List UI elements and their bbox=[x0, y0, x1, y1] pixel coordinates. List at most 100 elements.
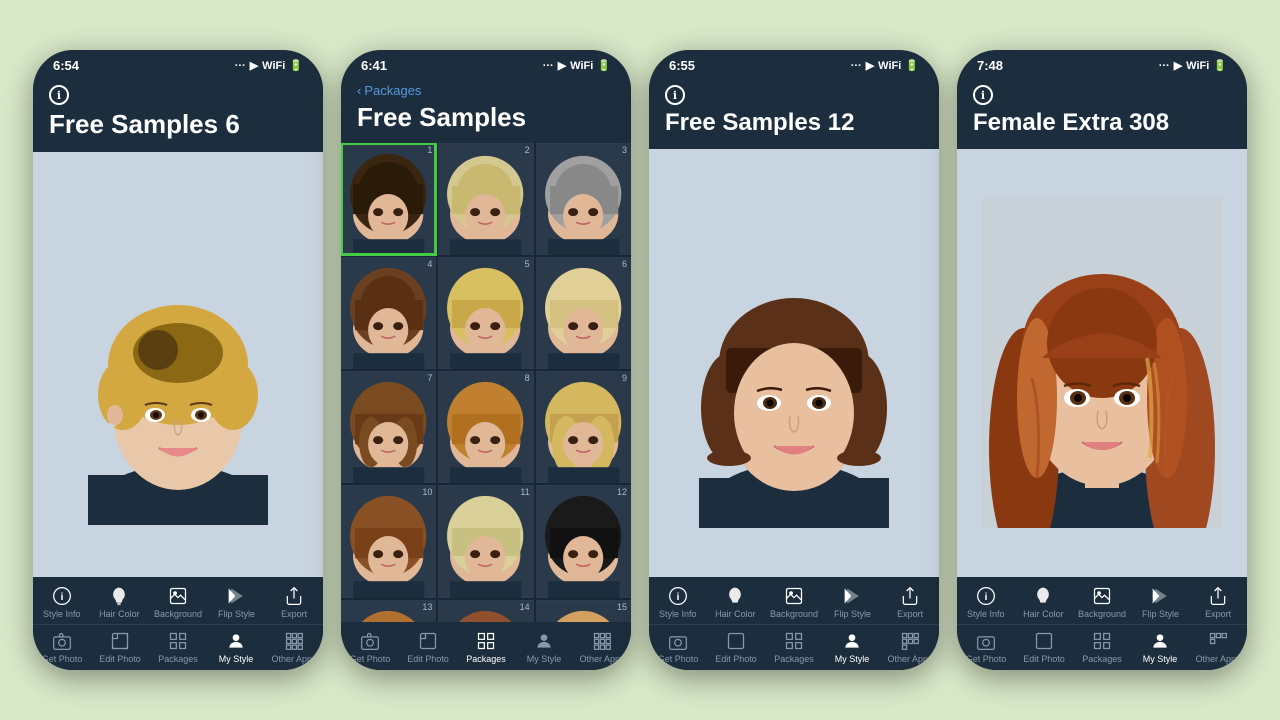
export-icon-1 bbox=[283, 585, 305, 607]
toolbar-get-photo-1[interactable]: Get Photo bbox=[39, 630, 85, 664]
time-3: 6:55 bbox=[669, 58, 695, 73]
hair-cell-7[interactable]: 7 bbox=[341, 371, 436, 483]
toolbar-edit-photo-4[interactable]: Edit Photo bbox=[1021, 630, 1067, 664]
toolbar-flip-style-3[interactable]: Flip Style bbox=[830, 585, 876, 619]
background-icon-3 bbox=[783, 585, 805, 607]
toolbar-background-3[interactable]: Background bbox=[770, 585, 818, 619]
toolbar-my-style-2[interactable]: My Style bbox=[521, 630, 567, 664]
my-style-icon-4 bbox=[1149, 630, 1171, 652]
toolbar-style-info-1[interactable]: i Style Info bbox=[39, 585, 85, 619]
phone2-grid-area: 1 bbox=[341, 143, 631, 622]
toolbar-packages-3[interactable]: Packages bbox=[771, 630, 817, 664]
other-apps-icon-2 bbox=[591, 630, 613, 652]
hair-cell-9[interactable]: 9 bbox=[536, 371, 631, 483]
svg-text:i: i bbox=[676, 592, 679, 603]
toolbar-4: i Style Info Hair Color Background bbox=[957, 577, 1247, 670]
toolbar-other-apps-3[interactable]: Other Apps bbox=[887, 630, 933, 664]
hair-color-icon-3 bbox=[724, 585, 746, 607]
packages-label-1: Packages bbox=[158, 654, 198, 664]
hair-cell-4[interactable]: 4 bbox=[341, 257, 436, 369]
hair-cell-8[interactable]: 8 bbox=[438, 371, 533, 483]
hair-cell-12[interactable]: 12 bbox=[536, 485, 631, 597]
packages-label-2: Packages bbox=[466, 654, 506, 664]
toolbar-background-4[interactable]: Background bbox=[1078, 585, 1126, 619]
export-label-4: Export bbox=[1205, 609, 1231, 619]
info-icon-4[interactable]: ℹ bbox=[973, 85, 993, 105]
svg-text:i: i bbox=[60, 592, 63, 603]
toolbar-export-4[interactable]: Export bbox=[1195, 585, 1241, 619]
time-2: 6:41 bbox=[361, 58, 387, 73]
toolbar-flip-style-1[interactable]: Flip Style bbox=[214, 585, 260, 619]
toolbar-get-photo-2[interactable]: Get Photo bbox=[347, 630, 393, 664]
toolbar-style-info-4[interactable]: i Style Info bbox=[963, 585, 1009, 619]
flip-style-icon-1 bbox=[226, 585, 248, 607]
toolbar-hair-color-4[interactable]: Hair Color bbox=[1020, 585, 1066, 619]
get-photo-icon-1 bbox=[51, 630, 73, 652]
hair-thumb-3 bbox=[536, 143, 631, 255]
phone4-title: Female Extra 308 bbox=[973, 109, 1231, 137]
other-apps-icon-1 bbox=[283, 630, 305, 652]
hair-cell-11[interactable]: 11 bbox=[438, 485, 533, 597]
woman-svg-4 bbox=[982, 198, 1222, 528]
hair-cell-6[interactable]: 6 bbox=[536, 257, 631, 369]
toolbar-3: i Style Info Hair Color Background bbox=[649, 577, 939, 670]
toolbar-edit-photo-1[interactable]: Edit Photo bbox=[97, 630, 143, 664]
hair-cell-15[interactable]: 15 bbox=[536, 600, 631, 622]
style-info-label-1: Style Info bbox=[43, 609, 81, 619]
phone-2: 6:41 ··· ▶ WiFi 🔋 ‹ Packages Free Sample… bbox=[341, 50, 631, 670]
background-icon-4 bbox=[1091, 585, 1113, 607]
hair-cell-10[interactable]: 10 bbox=[341, 485, 436, 597]
hair-cell-14[interactable]: 14 bbox=[438, 600, 533, 622]
toolbar-my-style-3[interactable]: My Style bbox=[829, 630, 875, 664]
toolbar-packages-4[interactable]: Packages bbox=[1079, 630, 1125, 664]
toolbar-my-style-4[interactable]: My Style bbox=[1137, 630, 1183, 664]
hair-thumb-6 bbox=[536, 257, 631, 369]
toolbar-packages-2[interactable]: Packages bbox=[463, 630, 509, 664]
hair-cell-3[interactable]: 3 bbox=[536, 143, 631, 255]
info-icon-1[interactable]: ℹ bbox=[49, 85, 69, 105]
toolbar-background-1[interactable]: Background bbox=[154, 585, 202, 619]
toolbar-hair-color-1[interactable]: Hair Color bbox=[96, 585, 142, 619]
hair-thumb-8 bbox=[438, 371, 533, 483]
toolbar-get-photo-3[interactable]: Get Photo bbox=[655, 630, 701, 664]
toolbar-export-1[interactable]: Export bbox=[271, 585, 317, 619]
toolbar-packages-1[interactable]: Packages bbox=[155, 630, 201, 664]
status-bar-1: 6:54 ··· ▶ WiFi 🔋 bbox=[33, 50, 323, 77]
toolbar-1: i Style Info Hair Color Background bbox=[33, 577, 323, 670]
toolbar-other-apps-4[interactable]: Other Apps bbox=[1195, 630, 1241, 664]
toolbar-other-apps-1[interactable]: Other Apps bbox=[271, 630, 317, 664]
flip-style-icon-4 bbox=[1150, 585, 1172, 607]
phone4-header: ℹ Female Extra 308 bbox=[957, 77, 1247, 149]
toolbar-get-photo-4[interactable]: Get Photo bbox=[963, 630, 1009, 664]
hair-grid-scroll[interactable]: 1 bbox=[341, 143, 631, 622]
toolbar-flip-style-4[interactable]: Flip Style bbox=[1138, 585, 1184, 619]
woman-svg-1 bbox=[63, 205, 293, 525]
phone3-header: ℹ Free Samples 12 bbox=[649, 77, 939, 149]
hair-cell-1[interactable]: 1 bbox=[341, 143, 436, 255]
hair-thumb-1 bbox=[341, 143, 436, 255]
back-button-2[interactable]: ‹ Packages bbox=[357, 83, 615, 98]
toolbar-export-3[interactable]: Export bbox=[887, 585, 933, 619]
hair-cell-2[interactable]: 2 bbox=[438, 143, 533, 255]
other-apps-icon-4 bbox=[1207, 630, 1229, 652]
hair-color-label-4: Hair Color bbox=[1023, 609, 1064, 619]
style-info-icon-3: i bbox=[667, 585, 689, 607]
get-photo-label-2: Get Photo bbox=[350, 654, 391, 664]
edit-photo-icon-4 bbox=[1033, 630, 1055, 652]
svg-text:i: i bbox=[984, 592, 987, 603]
style-info-label-3: Style Info bbox=[659, 609, 697, 619]
hair-cell-13[interactable]: 13 bbox=[341, 600, 436, 622]
woman-svg-3 bbox=[674, 198, 914, 528]
toolbar-hair-color-3[interactable]: Hair Color bbox=[712, 585, 758, 619]
toolbar-edit-photo-2[interactable]: Edit Photo bbox=[405, 630, 451, 664]
flip-style-label-4: Flip Style bbox=[1142, 609, 1179, 619]
toolbar-top-row-4: i Style Info Hair Color Background bbox=[957, 583, 1247, 621]
status-icons-4: ··· ▶ WiFi 🔋 bbox=[1159, 59, 1227, 72]
toolbar-other-apps-2[interactable]: Other Apps bbox=[579, 630, 625, 664]
background-label-1: Background bbox=[154, 609, 202, 619]
toolbar-edit-photo-3[interactable]: Edit Photo bbox=[713, 630, 759, 664]
toolbar-style-info-3[interactable]: i Style Info bbox=[655, 585, 701, 619]
toolbar-my-style-1[interactable]: My Style bbox=[213, 630, 259, 664]
hair-cell-5[interactable]: 5 bbox=[438, 257, 533, 369]
info-icon-3[interactable]: ℹ bbox=[665, 85, 685, 105]
